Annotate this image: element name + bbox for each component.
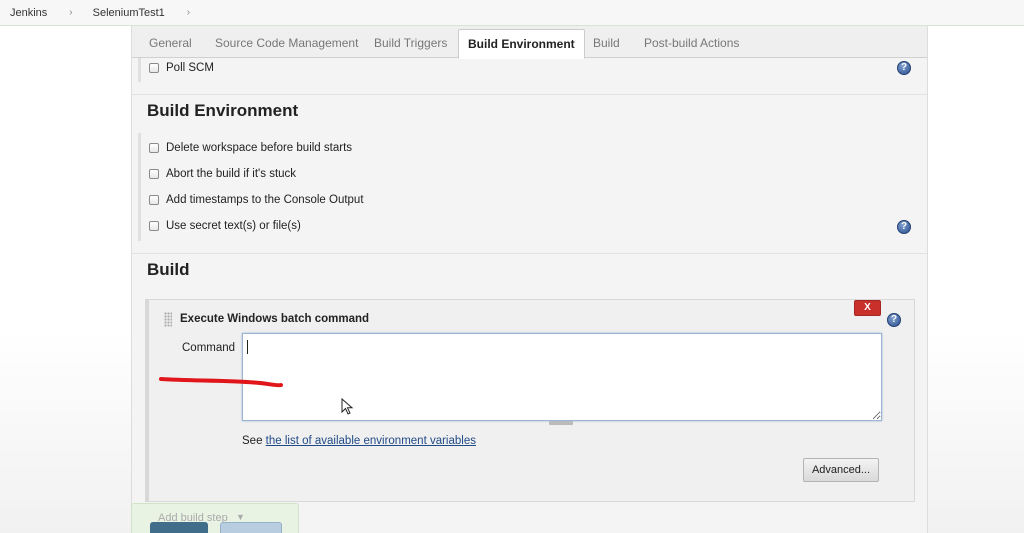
red-underline-annotation [159,377,283,388]
save-button[interactable] [150,522,208,533]
apply-button[interactable] [220,522,282,533]
annotation-overlay [159,377,283,388]
mouse-cursor-icon [341,398,354,415]
chevron-down-icon: ▼ [236,512,245,522]
